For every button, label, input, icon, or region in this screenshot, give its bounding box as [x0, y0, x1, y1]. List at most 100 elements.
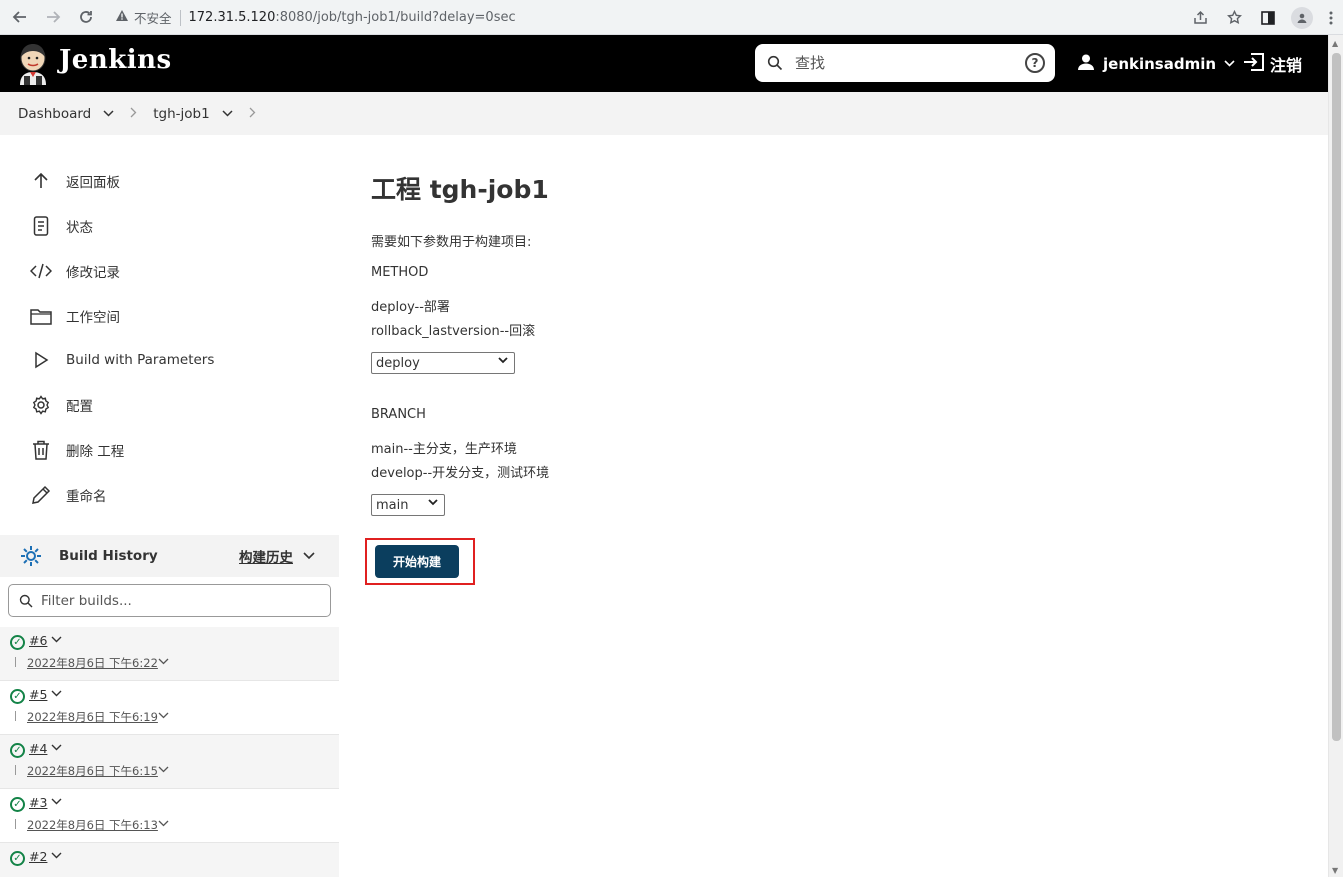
- param-name-branch: BRANCH: [371, 407, 426, 422]
- chevron-down-icon[interactable]: [1224, 57, 1235, 70]
- branch-select-value: main: [376, 497, 409, 513]
- param-desc-line: deploy--部署: [371, 300, 450, 315]
- build-date-link[interactable]: 2022年8月6日 下午6:19: [27, 709, 158, 725]
- arrow-up-icon: [30, 170, 52, 192]
- build-divider: [15, 819, 16, 829]
- share-icon[interactable]: [1183, 0, 1217, 35]
- jenkins-brand[interactable]: Jenkins: [59, 45, 172, 75]
- build-trend-link[interactable]: 构建历史: [239, 546, 293, 566]
- build-number-link[interactable]: #4: [29, 741, 47, 756]
- build-date-link[interactable]: 2022年8月6日 下午6:13: [27, 817, 158, 833]
- jenkins-header: Jenkins ? jenkinsadmin 注销: [0, 35, 1328, 92]
- build-number-link[interactable]: #6: [29, 633, 47, 648]
- logout-label: 注销: [1270, 55, 1303, 75]
- breadcrumb-separator-icon: [249, 106, 256, 122]
- chevron-down-icon[interactable]: [222, 107, 233, 120]
- scroll-down-icon[interactable]: ▼: [1332, 866, 1338, 875]
- task-build-with-parameters[interactable]: Build with Parameters: [30, 345, 214, 375]
- filter-builds-input[interactable]: [41, 592, 321, 609]
- build-number-link[interactable]: #5: [29, 687, 47, 702]
- build-history-header: Build History 构建历史: [0, 535, 339, 577]
- search-icon: [767, 55, 783, 71]
- pencil-icon: [30, 484, 52, 506]
- method-select[interactable]: deploy: [371, 352, 515, 374]
- task-label[interactable]: 修改记录: [66, 261, 120, 281]
- chevron-down-icon[interactable]: [51, 849, 62, 862]
- build-divider: [15, 711, 16, 721]
- breadcrumb-separator-icon: [130, 106, 137, 122]
- task-delete-project[interactable]: 删除 工程: [30, 435, 124, 465]
- document-icon: [30, 215, 52, 237]
- breadcrumb-dashboard-label[interactable]: Dashboard: [18, 106, 91, 122]
- chevron-down-icon[interactable]: [158, 655, 169, 668]
- branch-select[interactable]: main: [371, 494, 445, 516]
- params-intro: 需要如下参数用于构建项目:: [371, 235, 532, 250]
- task-label[interactable]: 删除 工程: [66, 440, 124, 460]
- filter-builds-box: [8, 584, 331, 617]
- build-row: ✓ #4 2022年8月6日 下午6:15: [0, 735, 339, 789]
- address-bar[interactable]: 不安全 172.31.5.120 :8080/job/tgh-job1/buil…: [107, 4, 1237, 31]
- user-menu[interactable]: jenkinsadmin: [1077, 35, 1235, 92]
- task-back-to-dashboard[interactable]: 返回面板: [30, 166, 120, 196]
- forward-icon[interactable]: [40, 4, 66, 30]
- chevron-down-icon[interactable]: [158, 709, 169, 722]
- profile-avatar-icon[interactable]: [1285, 0, 1319, 35]
- search-input[interactable]: [795, 54, 1005, 72]
- chevron-down-icon: [498, 356, 508, 367]
- sidepanel-icon[interactable]: [1251, 0, 1285, 35]
- breadcrumb: Dashboard tgh-job1: [0, 92, 1328, 135]
- trash-icon: [30, 439, 52, 461]
- scrollbar-thumb[interactable]: [1332, 53, 1341, 741]
- gear-icon: [30, 394, 52, 416]
- help-icon[interactable]: ?: [1025, 53, 1045, 73]
- chevron-down-icon[interactable]: [51, 633, 62, 646]
- task-label[interactable]: 工作空间: [66, 306, 120, 326]
- browser-menu-icon[interactable]: [1319, 0, 1343, 35]
- page-scrollbar[interactable]: ▲ ▼: [1328, 35, 1343, 877]
- task-label[interactable]: 配置: [66, 395, 93, 415]
- chevron-down-icon[interactable]: [303, 549, 315, 563]
- build-date-link[interactable]: 2022年8月6日 下午6:22: [27, 655, 158, 671]
- chevron-down-icon[interactable]: [103, 107, 114, 120]
- omnibox-divider: [179, 9, 181, 26]
- build-date-link[interactable]: 2022年8月6日 下午6:15: [27, 763, 158, 779]
- build-number-link[interactable]: #2: [29, 849, 47, 864]
- breadcrumb-dashboard[interactable]: Dashboard: [18, 106, 114, 122]
- logout-button[interactable]: 注销: [1243, 35, 1302, 92]
- chevron-down-icon[interactable]: [158, 817, 169, 830]
- build-history-icon: [19, 544, 43, 572]
- chevron-down-icon: [428, 498, 438, 509]
- task-configure[interactable]: 配置: [30, 390, 93, 420]
- jenkins-logo-icon[interactable]: [16, 43, 50, 85]
- build-number-link[interactable]: #3: [29, 795, 47, 810]
- task-label[interactable]: 重命名: [66, 485, 107, 505]
- username[interactable]: jenkinsadmin: [1103, 55, 1216, 73]
- page-title: 工程 tgh-job1: [371, 175, 549, 204]
- task-rename[interactable]: 重命名: [30, 480, 107, 510]
- task-label[interactable]: Build with Parameters: [66, 352, 214, 368]
- build-row: ✓ #5 2022年8月6日 下午6:19: [0, 681, 339, 735]
- reload-icon[interactable]: [73, 4, 99, 30]
- task-workspace[interactable]: 工作空间: [30, 301, 120, 331]
- bookmark-star-icon[interactable]: [1217, 0, 1251, 35]
- url-host: 172.31.5.120: [188, 10, 276, 25]
- folder-icon: [30, 305, 52, 327]
- task-status[interactable]: 状态: [30, 211, 93, 241]
- task-label[interactable]: 返回面板: [66, 171, 120, 191]
- search-box: ?: [755, 44, 1055, 82]
- build-history-title: Build History: [59, 548, 158, 564]
- chevron-down-icon[interactable]: [158, 763, 169, 776]
- scroll-up-icon[interactable]: ▲: [1332, 39, 1338, 48]
- start-build-button[interactable]: 开始构建: [375, 545, 459, 578]
- breadcrumb-job[interactable]: tgh-job1: [153, 106, 233, 122]
- method-select-value: deploy: [376, 355, 420, 371]
- chevron-down-icon[interactable]: [51, 741, 62, 754]
- logout-icon: [1243, 52, 1265, 75]
- chevron-down-icon[interactable]: [51, 687, 62, 700]
- task-changes[interactable]: 修改记录: [30, 256, 120, 286]
- chevron-down-icon[interactable]: [51, 795, 62, 808]
- breadcrumb-job-label[interactable]: tgh-job1: [153, 106, 209, 122]
- build-row: ✓ #6 2022年8月6日 下午6:22: [0, 627, 339, 681]
- back-icon[interactable]: [7, 4, 33, 30]
- task-label[interactable]: 状态: [66, 216, 93, 236]
